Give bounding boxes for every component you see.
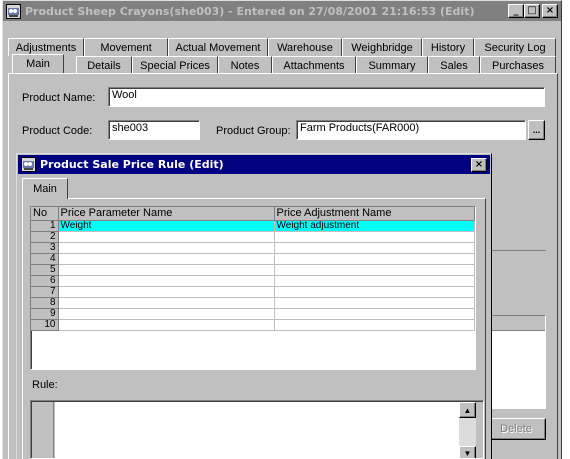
price-parameter-cell[interactable] xyxy=(58,253,275,265)
tab-sales[interactable]: Sales xyxy=(428,56,480,74)
tab-warehouse[interactable]: Warehouse xyxy=(268,38,342,56)
table-row[interactable]: 4 xyxy=(31,253,475,265)
tab-main-label: Main xyxy=(26,58,50,70)
product-name-label: Product Name: xyxy=(22,92,96,104)
row-number: 1 xyxy=(31,220,59,232)
price-rule-dialog-titlebar[interactable]: Product Sale Price Rule (Edit) × xyxy=(18,155,490,174)
price-parameter-cell[interactable] xyxy=(58,308,275,320)
scroll-down-arrow-icon[interactable]: ▼ xyxy=(459,446,476,458)
product-name-field[interactable]: Wool xyxy=(108,87,545,107)
hidden-divider xyxy=(486,250,546,251)
product-code-label: Product Code: xyxy=(22,125,93,137)
row-number: 9 xyxy=(31,308,59,320)
product-window-title: Product Sheep Crayons(she003) - Entered … xyxy=(25,4,475,18)
tab-movement[interactable]: Movement xyxy=(84,38,168,56)
tab-notes[interactable]: Notes xyxy=(218,56,272,74)
price-parameter-cell[interactable] xyxy=(58,275,275,287)
table-row[interactable]: 10 xyxy=(31,319,475,331)
scroll-up-arrow-icon[interactable]: ▲ xyxy=(459,402,476,418)
delete-button[interactable]: Delete xyxy=(486,418,546,440)
minimize-icon[interactable]: _ xyxy=(508,4,524,18)
price-parameter-cell[interactable] xyxy=(58,264,275,276)
tab-main[interactable]: Main xyxy=(12,54,64,73)
product-group-label: Product Group: xyxy=(216,125,291,137)
price-adjustment-cell[interactable] xyxy=(274,242,475,254)
price-adjustment-cell[interactable] xyxy=(274,253,475,265)
grid-header-price-adjustment[interactable]: Price Adjustment Name xyxy=(274,207,475,221)
tab-weighbridge[interactable]: Weighbridge xyxy=(342,38,422,56)
price-parameter-cell[interactable] xyxy=(58,319,275,331)
price-adjustment-cell[interactable] xyxy=(274,231,475,243)
product-group-field[interactable]: Farm Products(FAR000) xyxy=(296,120,526,140)
rule-scrollbar[interactable]: ▲ ▼ xyxy=(459,402,476,458)
dialog-app-icon xyxy=(21,157,36,172)
tab-attachments[interactable]: Attachments xyxy=(272,56,356,74)
tab-purchases[interactable]: Purchases xyxy=(480,56,556,74)
price-adjustment-cell[interactable] xyxy=(274,286,475,298)
price-adjustment-cell[interactable]: Weight adjustment xyxy=(274,220,475,232)
grid-header-price-parameter[interactable]: Price Parameter Name xyxy=(58,207,275,221)
maximize-icon[interactable]: □ xyxy=(524,4,540,18)
tab-actual-movement[interactable]: Actual Movement xyxy=(168,38,268,56)
price-parameter-cell[interactable] xyxy=(58,286,275,298)
table-row[interactable]: 5 xyxy=(31,264,475,276)
price-parameter-cell[interactable] xyxy=(58,231,275,243)
ellipsis-icon[interactable]: ... xyxy=(528,120,545,140)
price-parameter-cell[interactable] xyxy=(58,242,275,254)
tab-history[interactable]: History xyxy=(422,38,474,56)
close-icon[interactable]: × xyxy=(542,4,558,18)
row-number: 5 xyxy=(31,264,59,276)
sheep-app-icon xyxy=(6,3,21,19)
tab-details[interactable]: Details xyxy=(76,56,132,74)
table-row[interactable]: 2 xyxy=(31,231,475,243)
tab-summary[interactable]: Summary xyxy=(356,56,428,74)
dialog-tab-main[interactable]: Main xyxy=(22,178,68,199)
dialog-close-icon[interactable]: × xyxy=(471,157,487,172)
price-adjustment-cell[interactable] xyxy=(274,319,475,331)
table-row[interactable]: 7 xyxy=(31,286,475,298)
grid-header-no[interactable]: No xyxy=(31,207,59,221)
hidden-list-box xyxy=(486,315,546,409)
table-row[interactable]: 3 xyxy=(31,242,475,254)
price-parameter-cell[interactable] xyxy=(58,297,275,309)
price-parameter-cell[interactable]: Weight xyxy=(58,220,275,232)
row-number: 2 xyxy=(31,231,59,243)
row-number: 7 xyxy=(31,286,59,298)
tab-special-prices[interactable]: Special Prices xyxy=(132,56,218,74)
table-row[interactable]: 1 Weight Weight adjustment xyxy=(31,220,475,232)
price-adjustment-cell[interactable] xyxy=(274,297,475,309)
rule-label: Rule: xyxy=(32,379,58,391)
row-number: 3 xyxy=(31,242,59,254)
price-adjustment-cell[interactable] xyxy=(274,308,475,320)
price-adjustment-cell[interactable] xyxy=(274,275,475,287)
row-number: 4 xyxy=(31,253,59,265)
product-window-titlebar[interactable]: Product Sheep Crayons(she003) - Entered … xyxy=(3,1,561,21)
table-row[interactable]: 8 xyxy=(31,297,475,309)
row-number: 10 xyxy=(31,319,59,331)
rule-text-area[interactable] xyxy=(55,402,459,458)
rule-gutter xyxy=(32,402,54,458)
row-number: 8 xyxy=(31,297,59,309)
price-adjustment-cell[interactable] xyxy=(274,264,475,276)
row-number: 6 xyxy=(31,275,59,287)
tab-security-log[interactable]: Security Log xyxy=(474,38,556,56)
table-row[interactable]: 9 xyxy=(31,308,475,320)
rule-editor[interactable]: ▲ ▼ xyxy=(30,400,484,459)
table-row[interactable]: 6 xyxy=(31,275,475,287)
price-rule-dialog-title: Product Sale Price Rule (Edit) xyxy=(40,158,224,171)
product-code-field[interactable]: she003 xyxy=(108,120,200,140)
price-parameter-grid[interactable]: No Price Parameter Name Price Adjustment… xyxy=(30,206,476,370)
